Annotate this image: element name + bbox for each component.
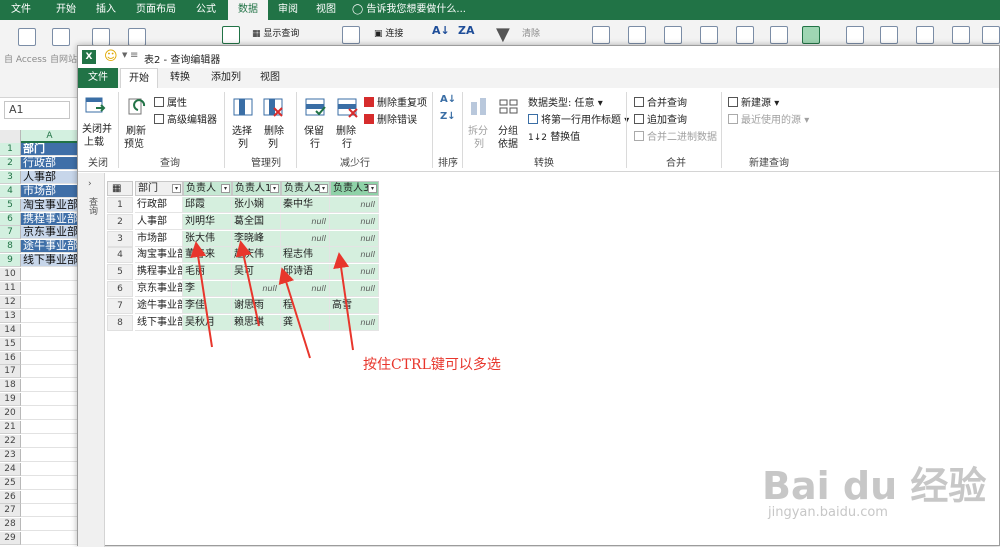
baidu-watermark-url: jingyan.baidu.com <box>768 505 888 520</box>
arrow-to-col-1 <box>190 241 213 348</box>
arrow-to-col-3 <box>278 267 311 359</box>
arrow-to-col-2 <box>235 240 260 327</box>
annotation-text: 按住CTRL键可以多选 <box>363 357 501 373</box>
baidu-watermark: Bai du 经验 <box>762 464 987 508</box>
arrow-to-col-4 <box>333 252 354 351</box>
